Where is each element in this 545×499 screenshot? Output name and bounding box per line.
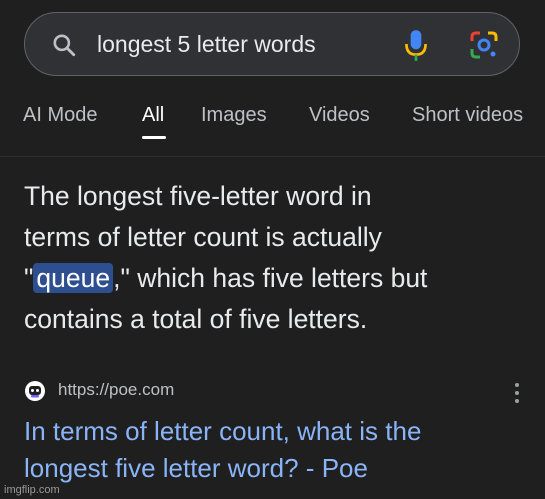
answer-text: " [24, 263, 34, 293]
result-title-line[interactable]: In terms of letter count, what is the [24, 413, 529, 450]
tab-all[interactable]: All [142, 104, 164, 127]
tab-short-videos[interactable]: Short videos [412, 104, 523, 127]
search-bar[interactable]: longest 5 letter words [24, 12, 520, 76]
tab-images[interactable]: Images [201, 104, 267, 127]
search-tabs: AI Mode All Images Videos Short videos [0, 104, 545, 144]
more-vert-icon[interactable] [514, 382, 520, 404]
answer-text: ," which has five letters but [113, 263, 428, 293]
search-icon [53, 34, 76, 57]
divider [0, 156, 545, 157]
active-tab-indicator [142, 136, 166, 139]
highlighted-word[interactable]: queue [33, 263, 114, 293]
mic-icon[interactable] [403, 28, 429, 62]
watermark: imgflip.com [4, 484, 60, 496]
source-url[interactable]: https://poe.com [58, 380, 174, 400]
answer-line: contains a total of five letters. [24, 304, 368, 334]
answer-line: terms of letter count is actually [24, 222, 382, 252]
google-lens-icon[interactable] [468, 29, 500, 61]
search-input[interactable]: longest 5 letter words [97, 31, 316, 58]
source-row[interactable]: https://poe.com [24, 378, 524, 406]
poe-icon [25, 381, 45, 401]
tab-videos[interactable]: Videos [309, 104, 370, 127]
ai-answer: The longest five-letter word in terms of… [24, 176, 529, 340]
tab-ai-mode[interactable]: AI Mode [23, 104, 97, 127]
answer-line: " queue ," which has five letters but [24, 258, 529, 299]
result-title-link[interactable]: In terms of letter count, what is the lo… [24, 413, 529, 487]
result-title-line[interactable]: longest five letter word? - Poe [24, 450, 529, 487]
answer-line: The longest five-letter word in [24, 181, 372, 211]
